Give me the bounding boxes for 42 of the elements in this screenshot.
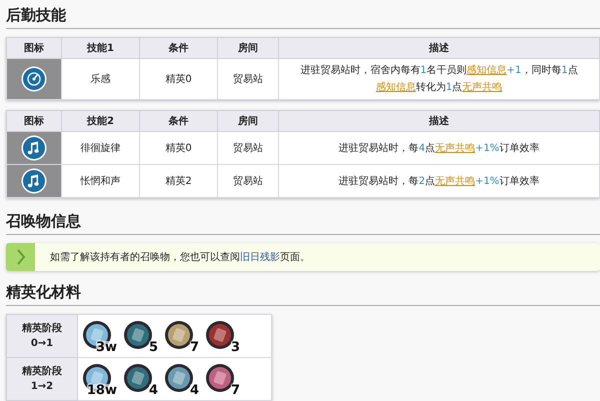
stage-label: 精英阶段 0→1	[6, 314, 78, 358]
section-heading: 后勤技能	[6, 6, 600, 29]
table-cell: 进驻贸易站时，每4点无声共鸣+1%订单效率	[278, 132, 600, 164]
table-cell: 贸易站	[218, 132, 278, 164]
column-header: 技能2	[62, 110, 140, 132]
column-header: 房间	[218, 110, 278, 132]
section-heading: 精英化材料	[6, 283, 600, 306]
column-header: 房间	[218, 38, 278, 58]
chevron-right-icon	[16, 249, 26, 265]
item-count: 18w	[86, 384, 117, 397]
column-header: 图标	[6, 38, 62, 58]
table-cell: 进驻贸易站时，宿舍内每有1名干员则感知信息+1，同时每1点 感知信息转化为1点无声共鸣	[278, 58, 600, 100]
table-cell: 精英0	[140, 132, 218, 164]
item-count: 4	[190, 384, 199, 397]
stage-label: 精英阶段 1→2	[6, 358, 78, 400]
table-cell: 精英0	[140, 58, 218, 100]
radar-icon	[21, 66, 47, 92]
table-cell: 贸易站	[218, 164, 278, 198]
item-count: 3w	[96, 341, 117, 354]
link[interactable]: 感知信息	[466, 65, 507, 76]
column-header: 技能1	[62, 38, 140, 58]
section-heading: 召唤物信息	[6, 212, 600, 235]
column-header: 条件	[140, 110, 218, 132]
link[interactable]: 无声共鸣	[435, 142, 476, 154]
link[interactable]: 感知信息	[376, 82, 416, 93]
item-count: 4	[148, 384, 158, 397]
link[interactable]: 无声共鸣	[435, 176, 476, 186]
music-note-icon	[21, 135, 47, 161]
music-note-icon	[21, 168, 47, 194]
notice-text: 如需了解该持有者的召唤物，您也可以查阅旧日残影页面。	[49, 250, 310, 265]
table-cell: 怅惘和声	[62, 164, 140, 198]
table-cell: 乐感	[62, 58, 140, 100]
table-cell: 徘徊旋律	[62, 132, 140, 164]
column-header: 描述	[278, 110, 600, 132]
table-cell: 精英2	[140, 164, 218, 198]
table-cell: 贸易站	[218, 58, 278, 100]
column-header: 条件	[140, 38, 218, 58]
link[interactable]: 无声共鸣	[462, 82, 502, 93]
link[interactable]: 旧日残影	[240, 252, 280, 263]
table-cell: 进驻贸易站时，每2点无声共鸣+1%订单效率	[278, 164, 600, 198]
column-header: 描述	[278, 38, 600, 58]
column-header: 图标	[6, 110, 62, 132]
